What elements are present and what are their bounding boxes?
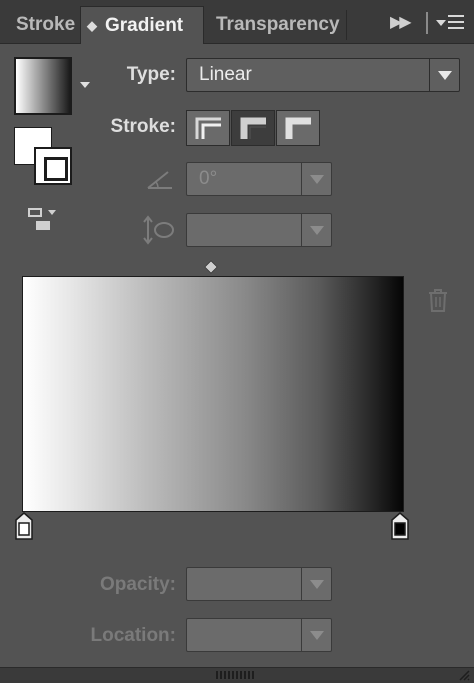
apply-within-stroke-button[interactable] [186,110,230,146]
collapse-icon[interactable]: ▶▶ [390,12,412,32]
aspect-ratio-icon [142,214,176,246]
chevron-down-icon[interactable] [301,619,331,651]
angle-icon [146,168,174,190]
tab-gradient-label: Gradient [105,15,184,36]
resize-corner-icon[interactable] [458,669,470,681]
swap-fill-stroke-icon[interactable] [28,208,60,232]
tab-transparency[interactable]: Transparency [204,6,346,44]
tab-divider [346,10,347,40]
panel-tab-bar: Stroke ◆ Gradient Transparency ▶▶ [0,0,474,44]
angle-value: 0° [199,168,218,189]
stroke-gradient-buttons [186,110,320,146]
panel-resize-bar[interactable] [0,667,474,683]
angle-field[interactable]: 0° [186,162,332,196]
tab-stroke[interactable]: Stroke [6,6,80,44]
swatch-dropdown-icon[interactable] [80,82,90,88]
gradient-midpoint-handle[interactable] [203,259,219,275]
chevron-down-icon[interactable] [429,59,459,91]
opacity-field[interactable] [186,567,332,601]
location-field[interactable] [186,618,332,652]
chevron-down-icon[interactable] [301,163,331,195]
location-label: Location: [90,625,177,646]
gradient-stop-end[interactable] [391,512,409,540]
tab-gradient[interactable]: ◆ Gradient [80,6,204,44]
type-select[interactable]: Linear [186,58,460,92]
chevron-down-icon[interactable] [301,568,331,600]
opacity-label: Opacity: [99,574,176,595]
delete-stop-icon[interactable] [428,288,448,312]
grip-icon[interactable] [216,671,256,679]
type-value: Linear [199,64,252,85]
aspect-ratio-field[interactable] [186,213,332,247]
panel-menu-icon[interactable] [426,12,466,34]
gradient-slider[interactable] [22,276,404,512]
gradient-swatch[interactable] [14,57,72,115]
type-label: Type: [126,64,176,85]
apply-along-stroke-button[interactable] [231,110,275,146]
fill-stroke-indicator[interactable] [14,127,74,187]
updown-arrows-icon: ◆ [87,18,97,33]
stroke-label: Stroke: [110,116,176,137]
gradient-stop-start[interactable] [15,512,33,540]
apply-across-stroke-button[interactable] [276,110,320,146]
stroke-swatch[interactable] [34,147,72,185]
chevron-down-icon[interactable] [301,214,331,246]
